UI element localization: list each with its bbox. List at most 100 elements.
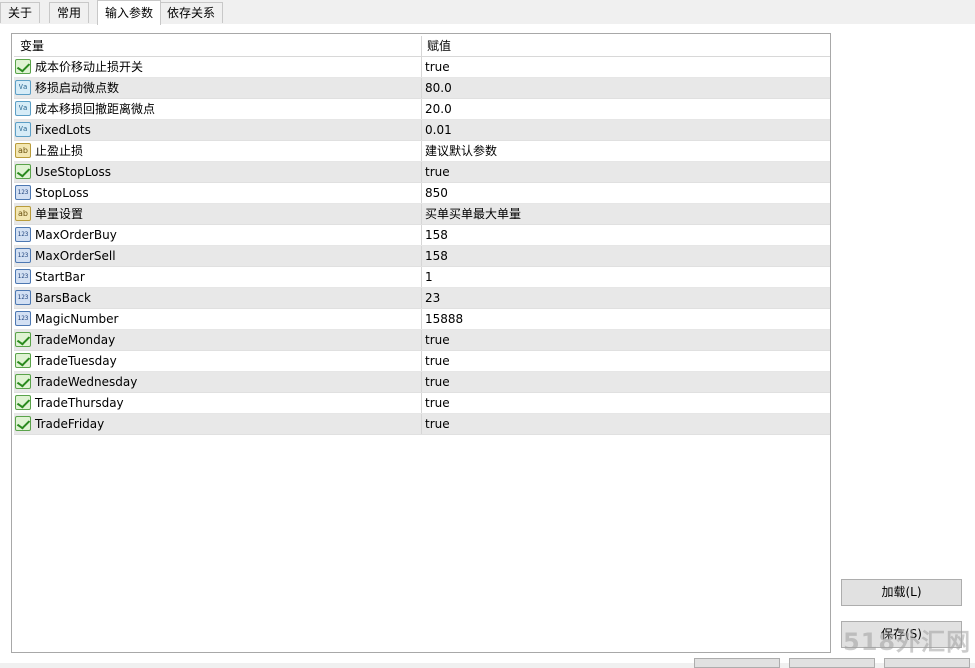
variable-name: StartBar — [35, 270, 85, 284]
value-cell[interactable]: true — [422, 162, 830, 182]
value-cell[interactable]: 买单买单最大单量 — [422, 204, 830, 224]
variable-cell[interactable]: Va 移损启动微点数 — [14, 78, 422, 98]
value-cell[interactable]: 1 — [422, 267, 830, 287]
tab-common[interactable]: 常用 — [49, 2, 90, 23]
variable-cell[interactable]: 123 StopLoss — [14, 183, 422, 203]
double-icon: Va — [15, 101, 31, 116]
variable-cell[interactable]: 123 StartBar — [14, 267, 422, 287]
tab-dependencies[interactable]: 依存关系 — [159, 2, 224, 23]
table-row[interactable]: 123 BarsBack 23 — [14, 288, 830, 309]
variable-cell[interactable]: 成本价移动止损开关 — [14, 57, 422, 77]
variable-cell[interactable]: ab 单量设置 — [14, 204, 422, 224]
variable-cell[interactable]: TradeTuesday — [14, 351, 422, 371]
save-button[interactable]: 保存(S) — [841, 621, 962, 648]
load-button[interactable]: 加载(L) — [841, 579, 962, 606]
variable-name: TradeThursday — [35, 396, 124, 410]
value-cell[interactable]: 23 — [422, 288, 830, 308]
table-row[interactable]: 123 MagicNumber 15888 — [14, 309, 830, 330]
variable-name: MaxOrderSell — [35, 249, 116, 263]
value-cell[interactable]: 建议默认参数 — [422, 141, 830, 161]
table-row[interactable]: Va FixedLots 0.01 — [14, 120, 830, 141]
parameters-table: 变量 赋值 成本价移动止损开关 true Va 移损启动微点数 80.0 Va 成本移损回撤… — [14, 36, 830, 435]
value-cell[interactable]: 15888 — [422, 309, 830, 329]
table-row[interactable]: 123 MaxOrderSell 158 — [14, 246, 830, 267]
variable-name: 成本移损回撤距离微点 — [35, 102, 156, 116]
variable-name: UseStopLoss — [35, 165, 112, 179]
variable-name: 移损启动微点数 — [35, 81, 120, 95]
value-cell[interactable]: 20.0 — [422, 99, 830, 119]
grid-header: 变量 赋值 — [14, 36, 830, 57]
variable-name: TradeMonday — [35, 333, 116, 347]
header-variable[interactable]: 变量 — [14, 36, 422, 56]
tab-common-label: 常用 — [57, 6, 82, 20]
table-row[interactable]: 123 MaxOrderBuy 158 — [14, 225, 830, 246]
value-cell[interactable]: 0.01 — [422, 120, 830, 140]
variable-name: MaxOrderBuy — [35, 228, 117, 242]
table-row[interactable]: TradeTuesday true — [14, 351, 830, 372]
variable-cell[interactable]: TradeFriday — [14, 414, 422, 434]
variable-name: TradeWednesday — [35, 375, 138, 389]
table-row[interactable]: Va 成本移损回撤距离微点 20.0 — [14, 99, 830, 120]
tab-inputs[interactable]: 输入参数 — [97, 0, 162, 25]
variable-name: BarsBack — [35, 291, 91, 305]
table-row[interactable]: UseStopLoss true — [14, 162, 830, 183]
header-value[interactable]: 赋值 — [422, 36, 830, 56]
variable-cell[interactable]: UseStopLoss — [14, 162, 422, 182]
bool-icon — [15, 374, 31, 389]
tab-bar: 关于 常用 输入参数 依存关系 — [0, 0, 975, 25]
ok-button[interactable] — [694, 658, 780, 668]
int-icon: 123 — [15, 290, 31, 305]
table-row[interactable]: Va 移损启动微点数 80.0 — [14, 78, 830, 99]
int-icon: 123 — [15, 248, 31, 263]
value-cell[interactable]: 158 — [422, 225, 830, 245]
table-row[interactable]: TradeWednesday true — [14, 372, 830, 393]
variable-cell[interactable]: TradeMonday — [14, 330, 422, 350]
value-cell[interactable]: true — [422, 57, 830, 77]
variable-name: FixedLots — [35, 123, 91, 137]
int-icon: 123 — [15, 185, 31, 200]
tab-about-label: 关于 — [8, 6, 33, 20]
value-cell[interactable]: 850 — [422, 183, 830, 203]
string-icon: ab — [15, 206, 31, 221]
bool-icon — [15, 353, 31, 368]
table-row[interactable]: TradeMonday true — [14, 330, 830, 351]
value-cell[interactable]: true — [422, 351, 830, 371]
variable-cell[interactable]: Va FixedLots — [14, 120, 422, 140]
variable-name: 止盈止损 — [35, 144, 84, 158]
variable-name: 单量设置 — [35, 207, 84, 221]
tab-dependencies-label: 依存关系 — [167, 6, 216, 20]
table-row[interactable]: 成本价移动止损开关 true — [14, 57, 830, 78]
value-cell[interactable]: true — [422, 393, 830, 413]
variable-cell[interactable]: ab 止盈止损 — [14, 141, 422, 161]
value-cell[interactable]: true — [422, 372, 830, 392]
variable-name: 成本价移动止损开关 — [35, 60, 144, 74]
table-row[interactable]: ab 止盈止损 建议默认参数 — [14, 141, 830, 162]
bool-icon — [15, 395, 31, 410]
bool-icon — [15, 416, 31, 431]
value-cell[interactable]: true — [422, 330, 830, 350]
value-cell[interactable]: true — [422, 414, 830, 434]
variable-cell[interactable]: TradeThursday — [14, 393, 422, 413]
value-cell[interactable]: 158 — [422, 246, 830, 266]
variable-name: TradeTuesday — [35, 354, 117, 368]
table-row[interactable]: 123 StartBar 1 — [14, 267, 830, 288]
tab-about[interactable]: 关于 — [0, 2, 41, 23]
table-row[interactable]: TradeFriday true — [14, 414, 830, 435]
table-row[interactable]: ab 单量设置 买单买单最大单量 — [14, 204, 830, 225]
reset-button[interactable] — [884, 658, 970, 668]
variable-cell[interactable]: 123 MagicNumber — [14, 309, 422, 329]
variable-cell[interactable]: 123 MaxOrderSell — [14, 246, 422, 266]
value-cell[interactable]: 80.0 — [422, 78, 830, 98]
cancel-button[interactable] — [789, 658, 875, 668]
variable-cell[interactable]: TradeWednesday — [14, 372, 422, 392]
table-row[interactable]: TradeThursday true — [14, 393, 830, 414]
table-row[interactable]: 123 StopLoss 850 — [14, 183, 830, 204]
variable-name: MagicNumber — [35, 312, 119, 326]
variable-name: StopLoss — [35, 186, 89, 200]
int-icon: 123 — [15, 269, 31, 284]
bool-icon — [15, 59, 31, 74]
variable-cell[interactable]: Va 成本移损回撤距离微点 — [14, 99, 422, 119]
bool-icon — [15, 164, 31, 179]
variable-cell[interactable]: 123 BarsBack — [14, 288, 422, 308]
variable-cell[interactable]: 123 MaxOrderBuy — [14, 225, 422, 245]
